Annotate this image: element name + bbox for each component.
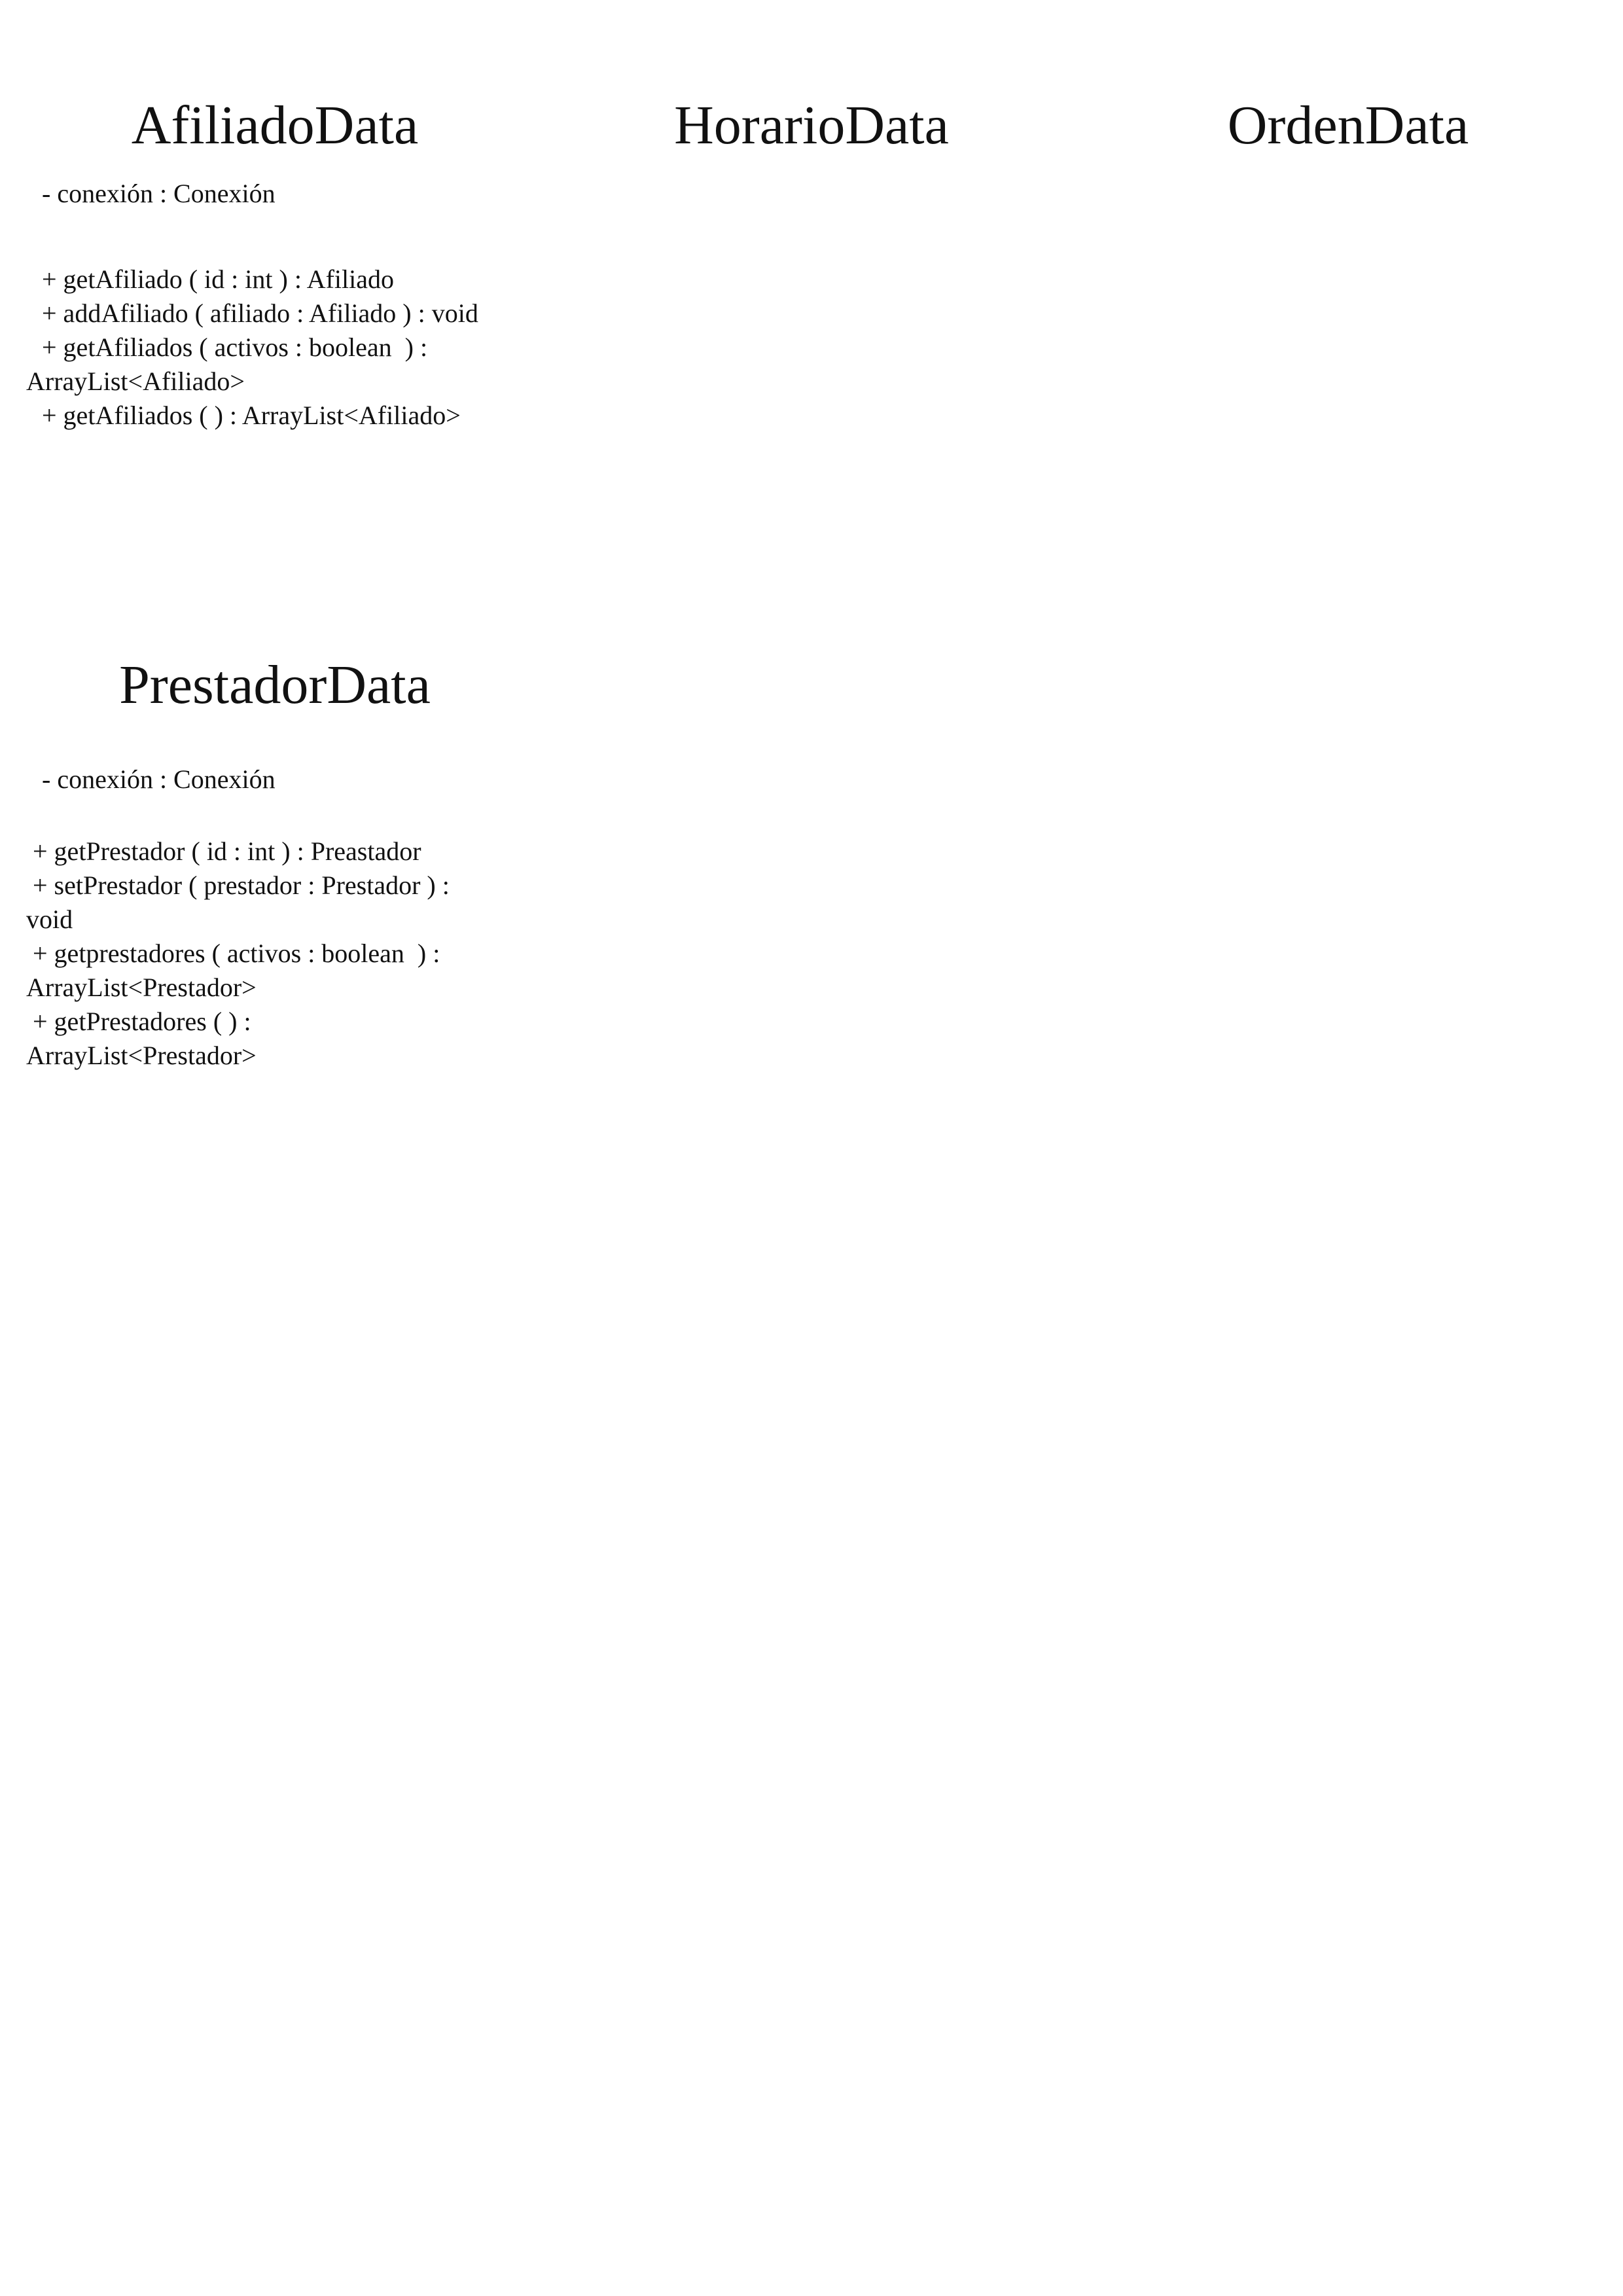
- method: + getPrestadores ( ) : ArrayList<Prestad…: [26, 1007, 257, 1070]
- attribute: - conexión : Conexión: [35, 764, 276, 794]
- attribute: - conexión : Conexión: [35, 179, 276, 208]
- method: + addAfiliado ( afiliado : Afiliado ) : …: [35, 298, 478, 328]
- method: + setPrestador ( prestador : Prestador )…: [26, 870, 456, 934]
- method: + getAfiliado ( id : int ) : Afiliado: [35, 264, 395, 294]
- class-prestadordata: PrestadorData - conexión : Conexión + ge…: [0, 628, 550, 1100]
- class-name: PrestadorData: [119, 655, 431, 715]
- class-name: OrdenData: [1227, 95, 1469, 156]
- class-afiliadodata: AfiliadoData - conexión : Conexión + get…: [0, 0, 550, 458]
- method: + getPrestador ( id : int ) : Preastador: [26, 836, 421, 866]
- method-list: + getPrestador ( id : int ) : Preastador…: [26, 834, 484, 1073]
- class-ordendata: OrdenData: [1073, 0, 1623, 170]
- method: + getAfiliados ( activos : boolean ) : A…: [26, 332, 433, 396]
- method: + getAfiliados ( ) : ArrayList<Afiliado>: [35, 401, 461, 430]
- class-name: AfiliadoData: [131, 95, 419, 156]
- class-horariodata: HorarioData: [550, 0, 1073, 170]
- attribute-list: - conexión : Conexión: [35, 762, 493, 797]
- attribute-list: - conexión : Conexión: [35, 177, 493, 211]
- class-name: HorarioData: [674, 95, 949, 156]
- method-list: + getAfiliado ( id : int ) : Afiliado + …: [26, 262, 493, 433]
- method: + getprestadores ( activos : boolean ) :…: [26, 939, 446, 1002]
